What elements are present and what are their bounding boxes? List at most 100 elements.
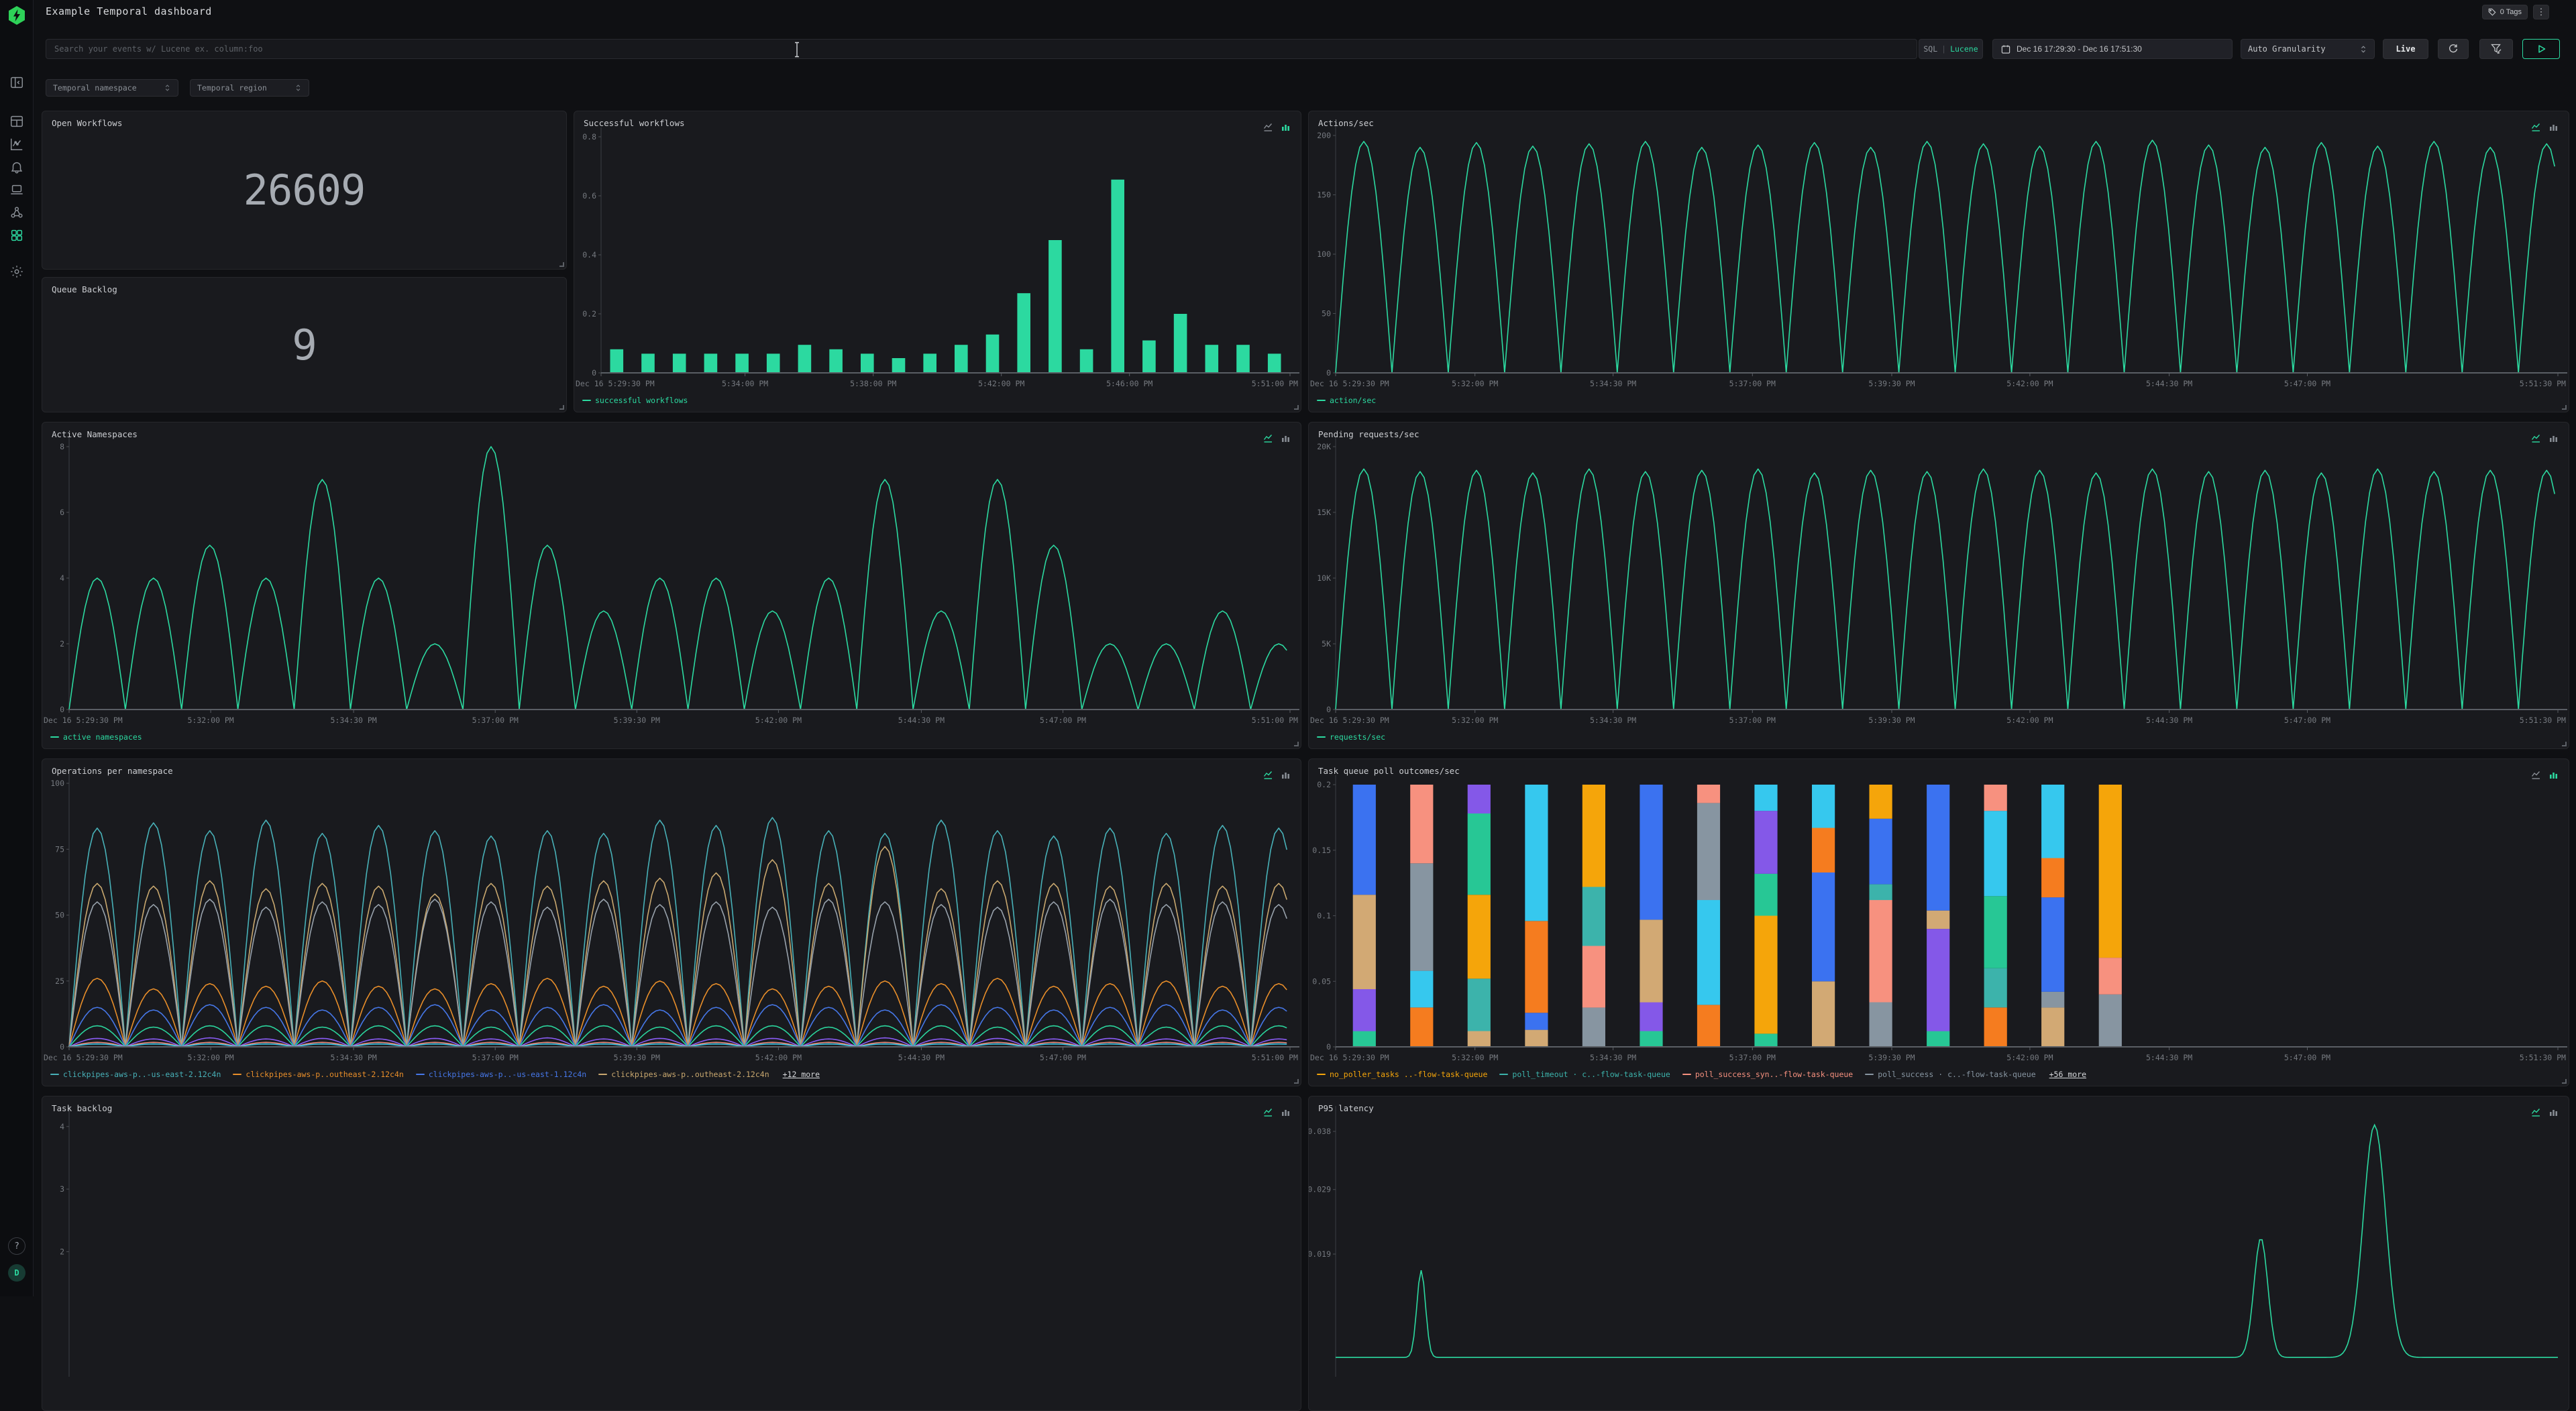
bar-chart-toggle-icon[interactable] [2548,770,2559,779]
legend-item[interactable]: poll_success · c..-flow-task-queue [1865,1070,2035,1079]
temporal-namespace-filter[interactable]: Temporal namespace [46,79,178,97]
svg-text:Dec 16 5:29:30 PM: Dec 16 5:29:30 PM [1310,1053,1389,1062]
resize-handle[interactable] [1294,1079,1299,1084]
svg-text:5:51:30 PM: 5:51:30 PM [2520,379,2566,388]
line-chart-toggle-icon[interactable] [1263,770,1274,779]
svg-text:0: 0 [1326,368,1331,378]
legend-item[interactable]: clickpipes-aws-p..outheast-2.12c4n [233,1070,403,1079]
filter-edit-button[interactable] [2479,39,2513,59]
line-chart-toggle-icon[interactable] [2531,122,2542,131]
user-avatar[interactable]: D [8,1264,25,1282]
panel-title: Task queue poll outcomes/sec [1318,766,1460,776]
bar-chart-toggle-icon[interactable] [2548,433,2559,443]
line-chart-toggle-icon[interactable] [1263,433,1274,443]
svg-text:5:42:00 PM: 5:42:00 PM [2006,716,2053,725]
line-chart-toggle-icon[interactable] [1263,122,1274,131]
time-range-picker[interactable]: Dec 16 17:29:30 - Dec 16 17:51:30 [1992,39,2233,59]
bar-chart-toggle-icon[interactable] [1281,122,1291,131]
sidebar-item-chart-explorer[interactable] [9,137,24,152]
chart-task-queue-poll-outcomes[interactable]: 00.050.10.150.2Dec 16 5:29:30 PM5:32:00 … [1309,759,2569,1086]
panel-title: Active Namespaces [52,429,138,439]
bar-chart-toggle-icon[interactable] [2548,122,2559,131]
legend-item[interactable]: clickpipes-aws-p..-us-east-1.12c4n [416,1070,586,1079]
panel-p95-latency: P95 latency 0.0380.0290.019 [1308,1096,2569,1411]
svg-text:5:47:00 PM: 5:47:00 PM [2284,1053,2330,1062]
legend-more-link[interactable]: +12 more [783,1070,820,1079]
sidebar-item-alerts[interactable] [9,160,24,174]
query-language-toggle[interactable]: SQL | Lucene [1919,39,1983,59]
panel-title: Pending requests/sec [1318,429,1419,439]
bar-chart-toggle-icon[interactable] [1281,770,1291,779]
line-chart-toggle-icon[interactable] [2531,770,2542,779]
panel-operations-per-namespace: Operations per namespace 0255075100Dec 1… [42,758,1301,1086]
chart-actions-sec[interactable]: 050100150200Dec 16 5:29:30 PM5:32:00 PM5… [1309,111,2569,412]
legend-item[interactable]: poll_success_syn..-flow-task-queue [1682,1070,1853,1079]
chart-active-namespaces[interactable]: 02468Dec 16 5:29:30 PM5:32:00 PM5:34:30 … [42,422,1301,748]
app-logo[interactable] [7,5,27,25]
run-query-button[interactable] [2522,39,2560,59]
sidebar-item-settings[interactable] [9,264,24,279]
legend-item[interactable]: no_poller_tasks ..-flow-task-queue [1317,1070,1487,1079]
panel-pending-requests: Pending requests/sec 05K10K15K20KDec 16 … [1308,422,2569,749]
search-input[interactable] [46,39,1917,59]
svg-text:100: 100 [1317,249,1331,259]
legend-more-link[interactable]: +56 more [2049,1070,2086,1079]
resize-handle[interactable] [2562,405,2567,410]
refresh-button[interactable] [2438,39,2469,59]
refresh-icon [2448,44,2459,54]
svg-text:5:51:00 PM: 5:51:00 PM [1252,379,1298,388]
resize-handle[interactable] [1294,405,1299,410]
svg-text:50: 50 [55,911,64,920]
granularity-select[interactable]: Auto Granularity [2241,39,2375,59]
legend-item[interactable]: action/sec [1317,396,1376,405]
resize-handle[interactable] [2562,1079,2567,1084]
dashboard-menu-button[interactable]: ⋮ [2533,5,2549,19]
panel-title: P95 latency [1318,1103,1374,1113]
sidebar-item-client-sessions[interactable] [9,182,24,197]
chart-successful-workflows[interactable]: 00.20.40.60.8Dec 16 5:29:30 PM5:34:00 PM… [574,111,1301,412]
bar-chart-toggle-icon[interactable] [1281,1107,1291,1117]
resize-handle[interactable] [2562,742,2567,746]
chart-pending-requests[interactable]: 05K10K15K20KDec 16 5:29:30 PM5:32:00 PM5… [1309,422,2569,748]
svg-text:5:51:30 PM: 5:51:30 PM [2520,1053,2566,1062]
collapse-sidebar-icon[interactable] [9,75,24,90]
temporal-region-filter[interactable]: Temporal region [190,79,309,97]
sidebar-item-search[interactable] [9,114,24,129]
svg-text:10K: 10K [1317,573,1331,583]
resize-handle[interactable] [1294,742,1299,746]
resize-handle[interactable] [559,262,564,267]
svg-text:0: 0 [1326,1042,1331,1052]
bar-chart-toggle-icon[interactable] [2548,1107,2559,1117]
bar-chart-toggle-icon[interactable] [1281,433,1291,443]
legend-item[interactable]: clickpipes-aws-p..outheast-2.12c4n [598,1070,769,1079]
svg-text:5:37:00 PM: 5:37:00 PM [1729,716,1776,725]
chart-p95-latency[interactable]: 0.0380.0290.019 [1309,1096,2569,1410]
line-chart-toggle-icon[interactable] [2531,1107,2542,1117]
select-chevrons-icon [2359,44,2367,54]
legend-item[interactable]: requests/sec [1317,732,1385,742]
sidebar-item-dashboards[interactable] [9,228,24,243]
sql-toggle[interactable]: SQL [1923,44,1937,54]
line-chart-toggle-icon[interactable] [2531,433,2542,443]
sidebar-item-service-map[interactable] [9,205,24,220]
line-chart-toggle-icon[interactable] [1263,1107,1274,1117]
chart-task-backlog[interactable]: 432 [42,1096,1301,1410]
resize-handle[interactable] [559,405,564,410]
svg-text:Dec 16 5:29:30 PM: Dec 16 5:29:30 PM [44,1053,123,1062]
search-toolbar: SQL | Lucene Dec 16 17:29:30 - Dec 16 17… [34,39,2576,59]
legend-item[interactable]: active namespaces [50,732,142,742]
svg-text:5:47:00 PM: 5:47:00 PM [1040,716,1086,725]
live-button[interactable]: Live [2383,39,2428,59]
help-button[interactable]: ? [8,1237,25,1255]
tags-button[interactable]: 0 Tags [2482,5,2528,19]
legend-item[interactable]: successful workflows [582,396,688,405]
lucene-toggle[interactable]: Lucene [1950,44,1978,54]
tags-button-label: 0 Tags [2500,8,2522,16]
svg-text:5:32:00 PM: 5:32:00 PM [187,716,233,725]
legend-item[interactable]: poll_timeout · c..-flow-task-queue [1499,1070,1670,1079]
svg-text:5:44:30 PM: 5:44:30 PM [2146,716,2192,725]
open-workflows-value: 26609 [42,111,566,269]
legend-item[interactable]: clickpipes-aws-p..-us-east-2.12c4n [50,1070,221,1079]
time-range-value: Dec 16 17:29:30 - Dec 16 17:51:30 [2017,44,2142,54]
chart-operations-per-namespace[interactable]: 0255075100Dec 16 5:29:30 PM5:32:00 PM5:3… [42,759,1301,1086]
